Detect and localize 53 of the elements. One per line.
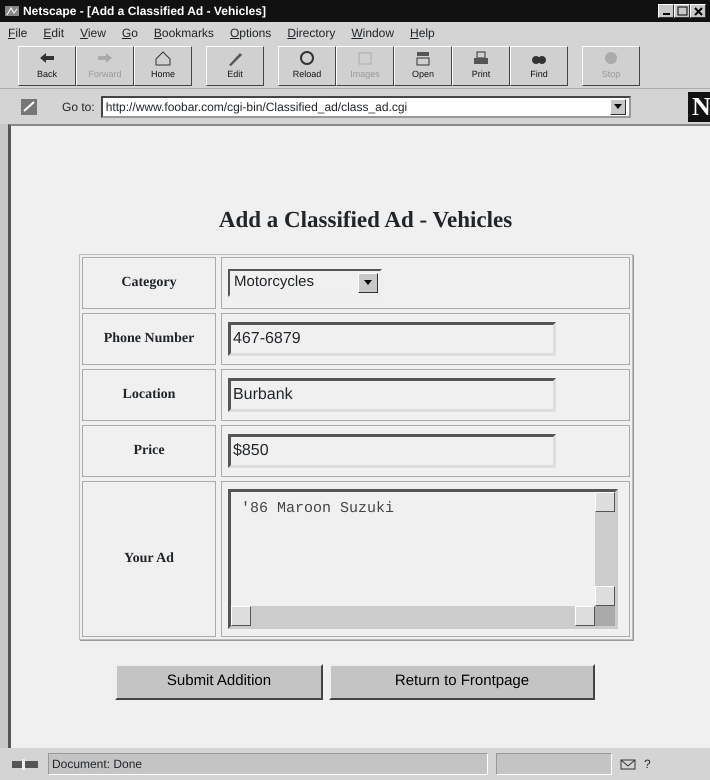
menu-item[interactable]: Edit bbox=[43, 24, 64, 42]
menu-item[interactable]: File bbox=[8, 24, 28, 42]
toolbar-button[interactable]: Find bbox=[510, 46, 568, 86]
horizontal-scrollbar[interactable] bbox=[231, 606, 595, 626]
toolbar-button[interactable]: Edit bbox=[206, 46, 264, 86]
menu-item[interactable]: Directory bbox=[287, 24, 336, 42]
menu-item[interactable]: Options bbox=[230, 24, 272, 42]
submit-button[interactable]: Submit Addition bbox=[115, 664, 323, 700]
pencil-icon bbox=[226, 50, 244, 68]
window-title: Netscape - [Add a Classified Ad - Vehicles] bbox=[23, 3, 267, 20]
menu-item[interactable]: View bbox=[80, 24, 106, 42]
toolbar-button[interactable]: Open bbox=[394, 46, 452, 86]
minimize-icon bbox=[662, 13, 670, 15]
toolbar-button[interactable]: Print bbox=[452, 46, 510, 86]
input-field[interactable]: Burbank bbox=[228, 378, 556, 412]
vertical-scrollbar[interactable] bbox=[595, 492, 615, 606]
status-text: Document: Done bbox=[48, 753, 488, 775]
category-dropdown[interactable]: Motorcycles bbox=[228, 268, 382, 297]
help-mark: ? bbox=[644, 756, 651, 773]
input-field[interactable]: $850 bbox=[228, 434, 556, 468]
field-label: Price bbox=[82, 424, 216, 477]
field-label: Phone Number bbox=[82, 312, 216, 365]
toolbar-button[interactable]: Home bbox=[134, 46, 192, 86]
dropdown-arrow-icon bbox=[614, 104, 622, 109]
house-icon bbox=[154, 50, 172, 68]
text-area[interactable]: '86 Maroon Suzuki bbox=[228, 488, 618, 629]
return-button[interactable]: Return to Frontpage bbox=[329, 664, 595, 700]
maximize-icon bbox=[675, 5, 689, 17]
app-icon bbox=[4, 4, 20, 18]
mail-icon bbox=[620, 758, 636, 770]
menu-item[interactable]: Help bbox=[410, 24, 435, 42]
url-field[interactable]: http://www.foobar.com/cgi-bin/Classified_ad/class_ad.cgi bbox=[100, 96, 631, 118]
folder-icon bbox=[414, 50, 432, 68]
menu-item[interactable]: Bookmarks bbox=[154, 24, 214, 42]
field-label: Your Ad bbox=[82, 480, 216, 637]
toolbar-button[interactable]: Back bbox=[18, 46, 76, 86]
input-field[interactable]: 467-6879 bbox=[228, 322, 556, 356]
bookmark-icon bbox=[20, 96, 38, 116]
dropdown-arrow-icon bbox=[364, 280, 372, 286]
toolbar-button[interactable]: Reload bbox=[278, 46, 336, 86]
scrollbar-corner bbox=[595, 606, 615, 626]
page-heading: Add a Classified Ad - Vehicles bbox=[218, 206, 514, 234]
minimize-button[interactable] bbox=[658, 4, 674, 18]
maximize-button[interactable] bbox=[674, 4, 690, 18]
field-label: Location bbox=[82, 368, 216, 421]
security-key-icon bbox=[10, 757, 40, 771]
location-label: Go to: bbox=[62, 98, 95, 116]
field-label: Category bbox=[82, 256, 216, 309]
menu-item[interactable]: Window bbox=[351, 24, 394, 42]
reload-icon bbox=[298, 50, 316, 68]
menu-item[interactable]: Go bbox=[122, 24, 138, 42]
close-button[interactable] bbox=[690, 4, 706, 18]
picture-icon bbox=[356, 50, 374, 68]
